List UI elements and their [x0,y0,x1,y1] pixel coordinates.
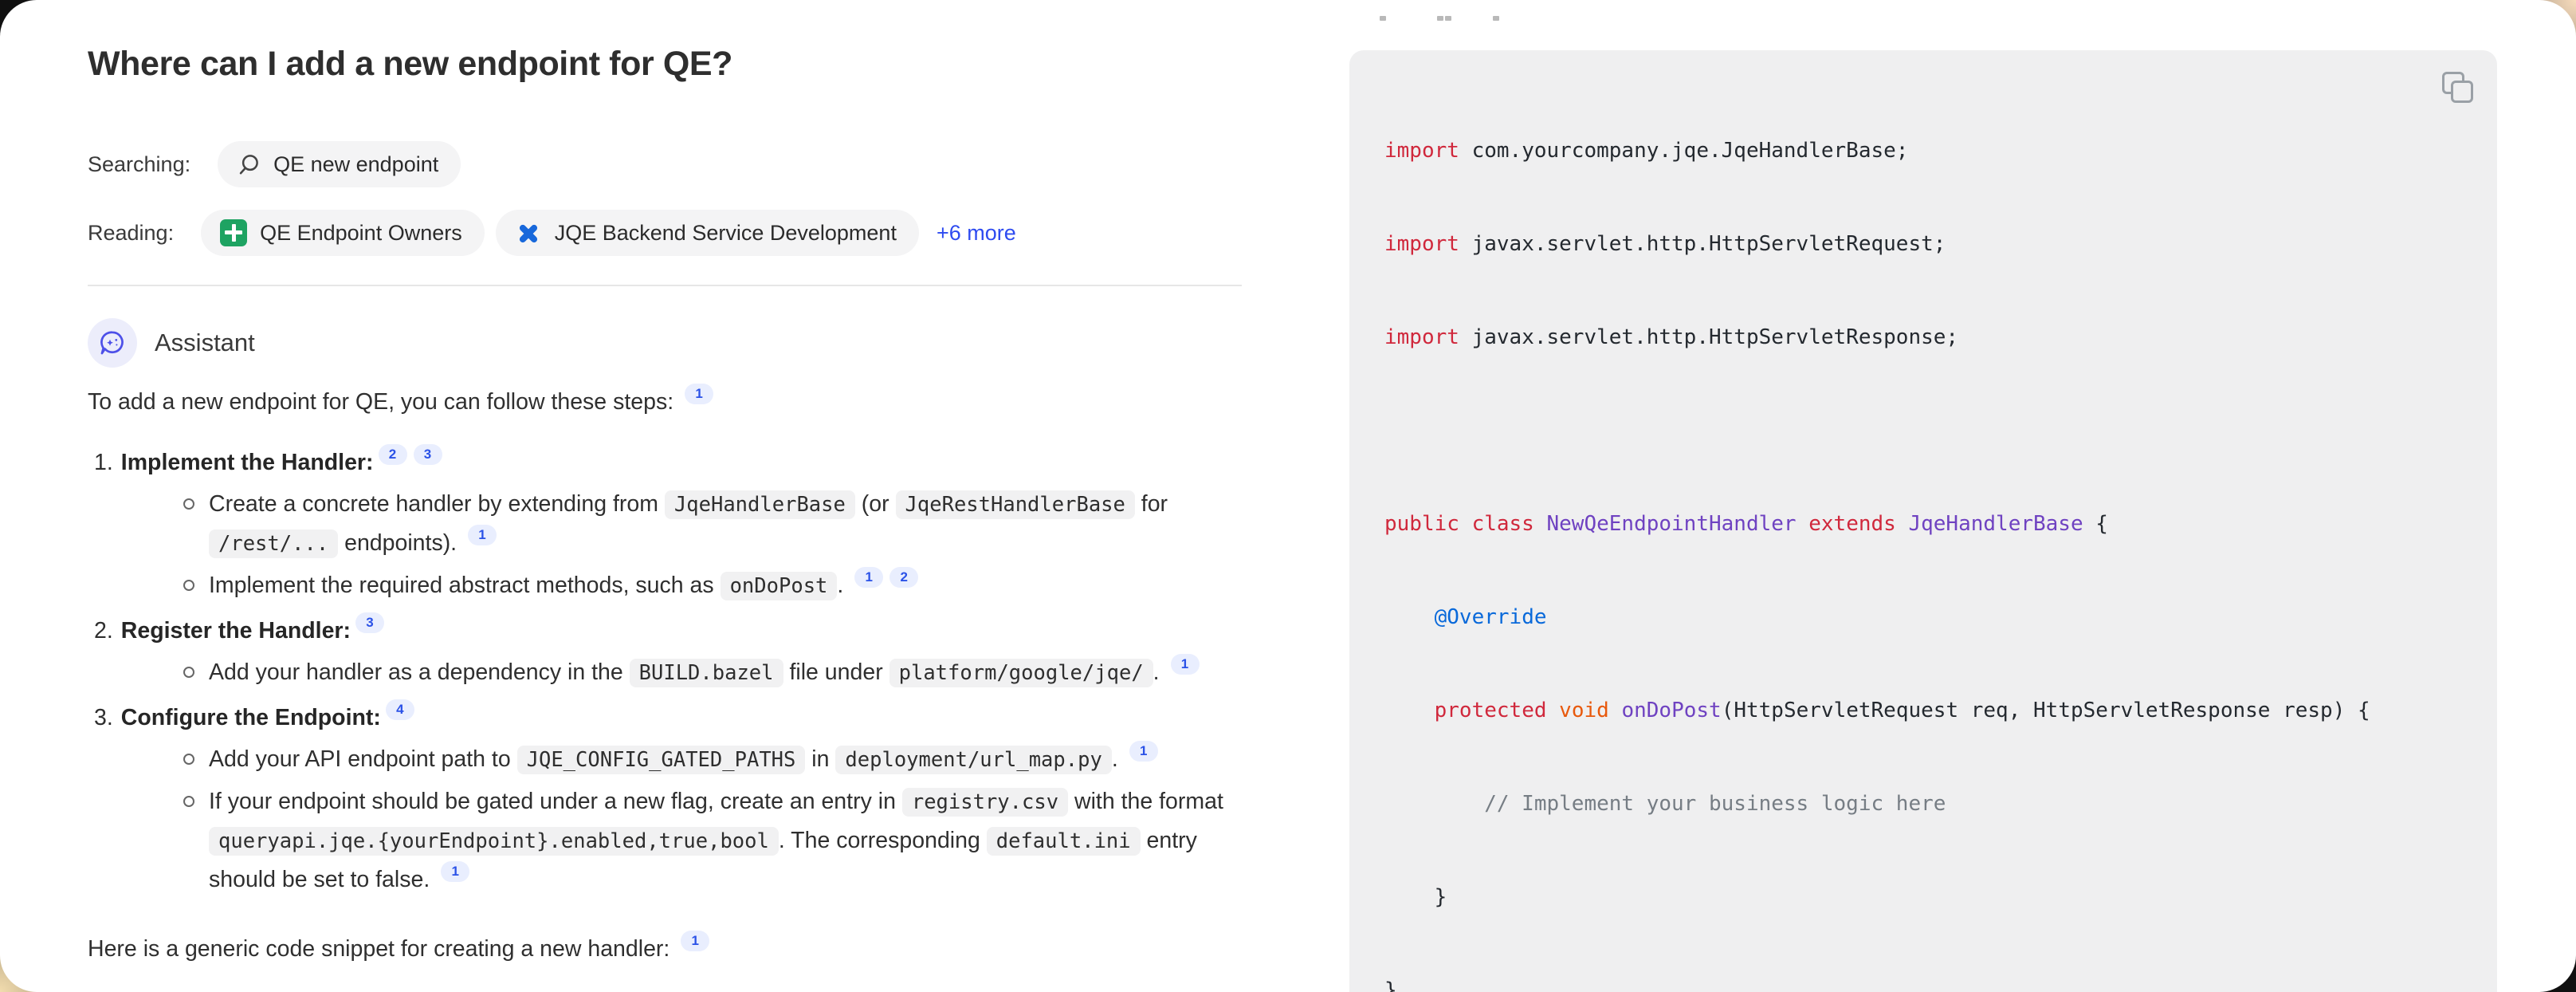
code-line: import javax.servlet.http.HttpServletReq… [1384,229,2462,260]
citation-marker[interactable]: 3 [414,444,442,465]
step-bullet: Add your handler as a dependency in the … [183,653,1242,692]
reading-label: Reading: [88,221,174,246]
assistant-label: Assistant [155,329,255,357]
answer-intro: To add a new endpoint for QE, you can fo… [88,384,1242,419]
inline-code: deployment/url_map.py [835,746,1111,774]
question-title: Where can I add a new endpoint for QE? [88,45,1242,84]
step-header: 2. Register the Handler:3 [94,612,1242,650]
reading-chips: QE Endpoint Owners JQE Backend Service D… [201,210,1016,256]
citation-marker[interactable]: 1 [854,567,883,588]
sheets-icon [220,219,247,246]
inline-code: queryapi.jqe.{yourEndpoint}.enabled,true… [209,827,779,856]
step-bullet: Implement the required abstract methods,… [183,566,1242,605]
answer-outro: Here is a generic code snippet for creat… [88,931,1242,966]
step-title: Register the Handler: [121,618,351,644]
reading-chip-confluence[interactable]: JQE Backend Service Development [496,210,919,256]
step-number: 1. [94,450,113,475]
code-line [1384,415,2462,447]
search-icon [237,152,261,176]
search-query-text: QE new endpoint [273,152,438,177]
reading-chip-label: QE Endpoint Owners [260,221,462,246]
step-3: 3. Configure the Endpoint:4 Add your API … [94,699,1242,899]
code-line: @Override [1384,602,2462,633]
code-line: } [1384,975,2462,992]
searching-label: Searching: [88,152,190,177]
inline-code: JQE_CONFIG_GATED_PATHS [517,746,806,774]
code-line: import com.yourcompany.jqe.JqeHandlerBas… [1384,136,2462,167]
assistant-bubble-icon [98,329,127,357]
citation-marker[interactable]: 4 [386,699,414,720]
copy-code-button[interactable] [2441,71,2475,104]
inline-code: BUILD.bazel [630,659,783,687]
inline-code: JqeRestHandlerBase [896,490,1135,519]
step-title: Implement the Handler: [121,450,374,475]
assistant-avatar [88,318,137,368]
citation-marker[interactable]: 1 [681,931,709,951]
citation-marker[interactable]: 2 [379,444,407,465]
confluence-icon [515,219,542,246]
step-header: 1. Implement the Handler:23 [94,443,1242,482]
code-line: protected void onDoPost(HttpServletReque… [1384,695,2462,726]
reading-row: Reading: QE Endpoint Owners JQE Backend … [88,210,1242,256]
inline-code: onDoPost [721,572,838,600]
inline-code: registry.csv [902,788,1068,817]
citation-marker[interactable]: 2 [889,567,918,588]
searching-row: Searching: QE new endpoint [88,141,1242,187]
divider [88,285,1242,286]
step-bullet: Add your API endpoint path to JQE_CONFIG… [183,740,1242,779]
citation-marker[interactable]: 1 [685,384,713,404]
inline-code: /rest/... [209,529,338,558]
inline-code: platform/google/jqe/ [889,659,1153,687]
step-1: 1.Implement the Handler:23 Create a conc… [94,443,1242,605]
answer-column: Where can I add a new endpoint for QE? S… [88,0,1242,990]
step-bullet: Create a concrete handler by extending f… [183,485,1242,563]
reading-chip-sheets[interactable]: QE Endpoint Owners [201,210,485,256]
citation-marker[interactable]: 3 [355,612,384,633]
main-panel: Where can I add a new endpoint for QE? S… [0,0,2576,992]
steps-list: 1.Implement the Handler:23 Create a conc… [88,443,1242,899]
inline-code: default.ini [987,827,1141,856]
code-line: public class NewQeEndpointHandler extend… [1384,509,2462,540]
citation-marker[interactable]: 1 [468,525,497,545]
citation-marker[interactable]: 1 [1129,741,1158,762]
step-title: Configure the Endpoint: [121,705,381,730]
detail-column: import com.yourcompany.jqe.JqeHandlerBas… [1349,0,2497,992]
step-number: 2. [94,618,113,644]
code-line: // Implement your business logic here [1384,789,2462,820]
outro-text: Here is a generic code snippet for creat… [88,936,676,962]
code-line: } [1384,882,2462,913]
step-2: 2. Register the Handler:3 Add your handle… [94,612,1242,692]
code-line: import javax.servlet.http.HttpServletRes… [1384,322,2462,353]
assistant-header: Assistant [88,318,1242,368]
step-header: 3. Configure the Endpoint:4 [94,699,1242,737]
reading-chip-label: JQE Backend Service Development [555,221,897,246]
step-number: 3. [94,705,113,730]
more-sources-link[interactable]: +6 more [937,221,1016,246]
step-bullet: If your endpoint should be gated under a… [183,782,1242,899]
code-block: import com.yourcompany.jqe.JqeHandlerBas… [1349,50,2497,992]
search-query-chip[interactable]: QE new endpoint [218,141,461,187]
intro-text: To add a new endpoint for QE, you can fo… [88,389,680,415]
inline-code: JqeHandlerBase [665,490,855,519]
citation-marker[interactable]: 1 [1171,654,1200,675]
citation-marker[interactable]: 1 [441,861,469,882]
